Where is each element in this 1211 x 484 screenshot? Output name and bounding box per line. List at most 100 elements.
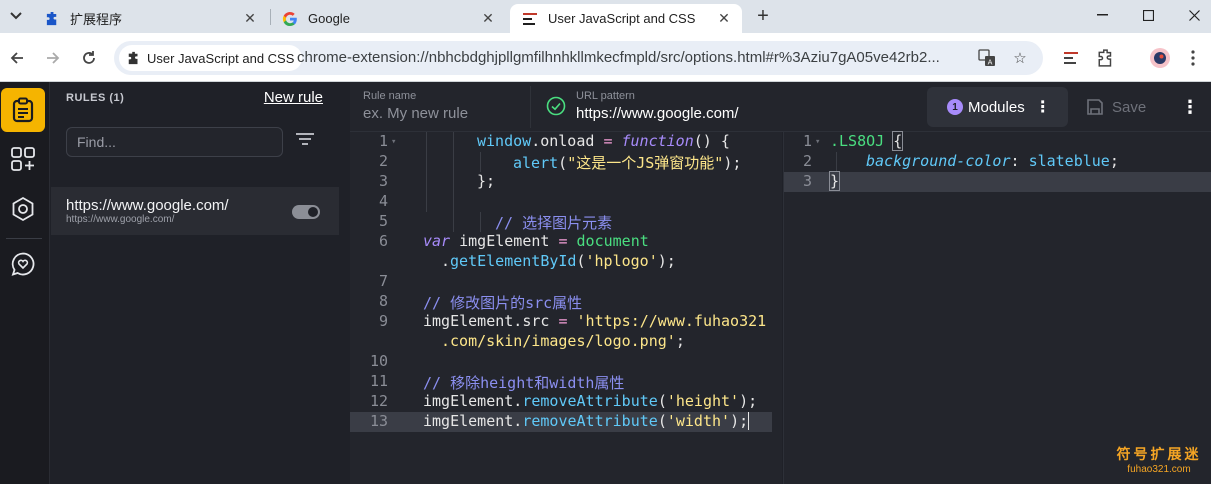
rules-sidebar: RULES (1) New rule https://www.google.co…	[51, 82, 339, 484]
url-text[interactable]: chrome-extension://nbhcbdghjpllgmfilhnhk…	[297, 49, 940, 66]
support-nav-button[interactable]	[1, 242, 45, 286]
line-number: 9	[378, 312, 388, 330]
reading-list-icon[interactable]	[1058, 45, 1084, 71]
reload-button[interactable]	[76, 45, 102, 71]
reload-icon	[83, 51, 95, 64]
indent-guide	[836, 152, 837, 172]
rule-enabled-toggle[interactable]	[292, 205, 320, 219]
code-line: .com/skin/images/logo.png';	[441, 332, 685, 350]
settings-nav-button[interactable]	[1, 187, 45, 231]
active-line-highlight	[784, 172, 1211, 192]
tab-user-js-css[interactable]: User JavaScript and CSS ✕	[510, 4, 742, 33]
tab-google[interactable]: Google ✕	[270, 4, 506, 33]
modules-nav-button[interactable]	[1, 137, 45, 181]
code-line: .getElementById('hplogo');	[441, 252, 676, 270]
rule-title: https://www.google.com/	[66, 197, 229, 214]
google-icon	[282, 11, 298, 27]
browser-toolbar: User JavaScript and CSS chrome-extension…	[0, 33, 1211, 82]
close-icon[interactable]: ✕	[478, 9, 498, 29]
code-line: var imgElement = document	[423, 232, 649, 250]
modules-label: Modules	[968, 98, 1025, 116]
tab-title: Google	[308, 11, 350, 26]
back-button[interactable]	[4, 45, 30, 71]
apps-add-icon	[11, 147, 35, 171]
close-icon	[1189, 9, 1200, 21]
minimize-icon	[1097, 14, 1108, 16]
header-more-button[interactable]: ⋮	[1180, 96, 1200, 118]
url-pattern-label: URL pattern	[576, 90, 635, 102]
code-line: window.onload = function() {	[477, 132, 730, 150]
translate-icon[interactable]: A	[976, 48, 998, 68]
rule-name-input[interactable]: ex. My new rule	[363, 105, 468, 122]
code-line: // 移除height和width属性	[423, 374, 625, 392]
indent-guide	[453, 132, 454, 212]
more-vertical-icon: ⋮	[1034, 99, 1051, 116]
watermark-subtitle: fuhao321.com	[1127, 464, 1191, 475]
close-icon[interactable]: ✕	[714, 9, 734, 29]
line-number: 10	[369, 352, 388, 370]
site-chip-label: User JavaScript and CSS	[147, 50, 295, 66]
site-info-chip[interactable]: User JavaScript and CSS	[119, 45, 303, 71]
find-input[interactable]	[66, 127, 283, 157]
filter-button[interactable]	[295, 132, 319, 152]
arrow-right-icon	[47, 52, 60, 64]
code-line: imgElement.removeAttribute('width');	[423, 412, 759, 430]
watermark-title: 符号扩展迷	[1116, 446, 1202, 462]
arrow-left-icon	[10, 52, 23, 64]
code-line: };	[477, 172, 496, 190]
indent-guide	[480, 152, 481, 172]
header-divider	[530, 86, 531, 128]
modules-count-badge: 1	[947, 99, 963, 115]
line-number: 1	[378, 132, 388, 150]
url-pattern-input[interactable]: https://www.google.com/	[576, 105, 739, 122]
line-number: 2	[802, 152, 812, 170]
close-window-button[interactable]	[1172, 0, 1211, 30]
save-icon	[1087, 99, 1103, 115]
svg-text:A: A	[988, 59, 993, 67]
code-line: alert("这是一个JS弹窗功能");	[513, 154, 742, 172]
css-code-editor[interactable]: 1 ▾ 2 3 .LS8OJ { background-color: slate…	[783, 131, 1211, 484]
line-number: 11	[369, 372, 388, 390]
profile-avatar[interactable]	[1147, 45, 1173, 71]
fold-icon[interactable]: ▾	[815, 137, 820, 147]
line-number: 2	[378, 152, 388, 170]
line-number: 12	[369, 392, 388, 410]
forward-button[interactable]	[40, 45, 66, 71]
extensions-icon[interactable]	[1093, 45, 1119, 71]
chevron-down-icon	[10, 12, 22, 20]
js-code-editor[interactable]: 1 ▾ 2 3 4 5 6 7 8 9 10 11 12 13 window.o…	[350, 132, 782, 484]
fold-icon[interactable]: ▾	[391, 137, 396, 147]
rule-header: Rule name ex. My new rule URL pattern ht…	[350, 82, 1211, 132]
line-number: 3	[802, 172, 812, 190]
save-button[interactable]: Save	[1078, 87, 1160, 127]
tab-extensions[interactable]: 扩展程序 ✕	[32, 4, 268, 33]
code-line: // 修改图片的src属性	[423, 294, 583, 312]
browser-menu-icon[interactable]	[1180, 45, 1206, 71]
line-number: 13	[369, 412, 388, 430]
rule-list-item[interactable]: https://www.google.com/ https://www.goog…	[51, 187, 339, 235]
tab-search-button[interactable]	[4, 4, 28, 28]
rules-count-label: RULES (1)	[66, 92, 125, 104]
new-tab-button[interactable]: +	[752, 5, 774, 27]
rules-nav-button[interactable]	[1, 88, 45, 132]
save-label: Save	[1112, 98, 1147, 116]
minimize-button[interactable]	[1080, 0, 1125, 30]
modules-button[interactable]: 1 Modules ⋮	[927, 87, 1068, 127]
line-number: 3	[378, 172, 388, 190]
tab-title: 扩展程序	[70, 12, 123, 27]
maximize-button[interactable]	[1126, 0, 1171, 30]
close-icon[interactable]: ✕	[240, 9, 260, 29]
new-rule-link[interactable]: New rule	[264, 89, 323, 106]
indent-guide	[453, 212, 454, 232]
line-number: 7	[378, 272, 388, 290]
code-line: }	[828, 171, 841, 191]
settings-icon	[12, 196, 34, 222]
bookmark-star-icon[interactable]: ☆	[1009, 48, 1031, 68]
line-number: 1	[802, 132, 812, 150]
code-icon	[522, 11, 538, 27]
nav-rail	[0, 82, 50, 484]
tab-title: User JavaScript and CSS	[548, 11, 696, 26]
address-bar[interactable]: User JavaScript and CSS chrome-extension…	[114, 41, 1043, 75]
rule-subtitle: https://www.google.com/	[66, 214, 175, 225]
heart-chat-icon	[11, 252, 35, 276]
